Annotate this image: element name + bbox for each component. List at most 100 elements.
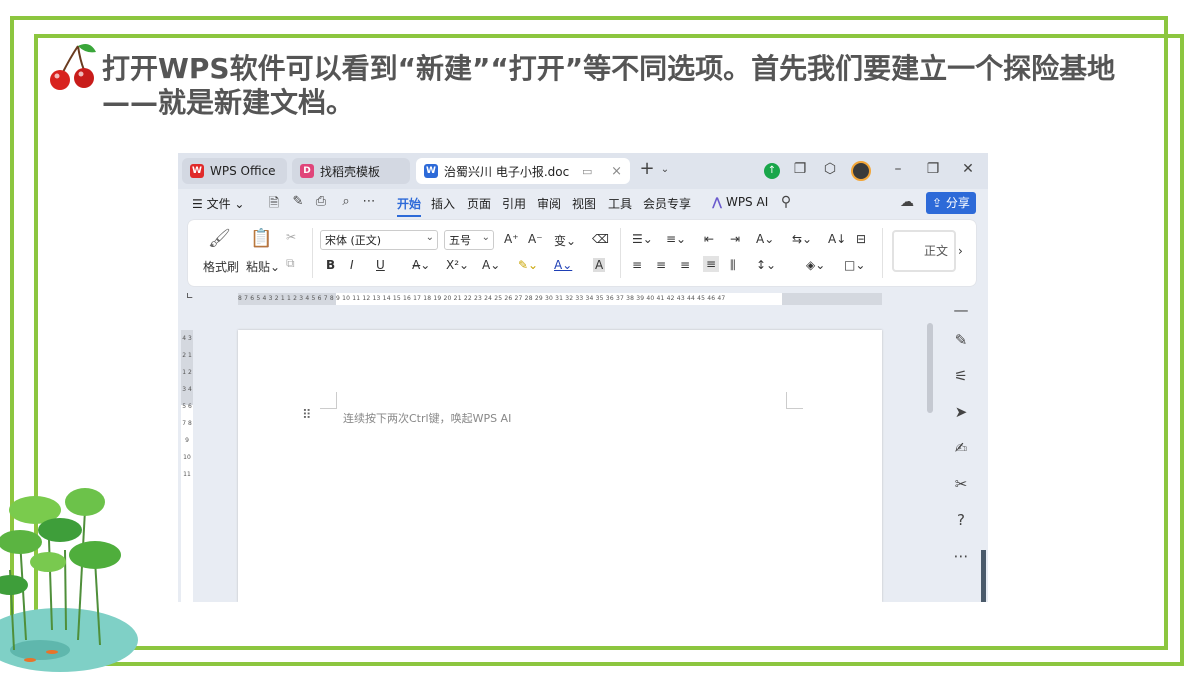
menu-file[interactable]: ☰ 文件 ⌄ bbox=[192, 195, 244, 212]
tab-label: 治蜀兴川 电子小报.doc bbox=[444, 164, 570, 179]
format-painter-label[interactable]: 格式刷 bbox=[203, 258, 239, 275]
copy-icon[interactable]: ⧉ bbox=[286, 256, 295, 271]
tab-document[interactable]: W 治蜀兴川 电子小报.doc ▭ × bbox=[416, 158, 630, 184]
tab-references[interactable]: 引用 bbox=[502, 195, 526, 212]
line-spacing-icon[interactable]: ↕⌄ bbox=[756, 258, 776, 272]
menu-bar: ☰ 文件 ⌄ 🗎 ✎ ⎙ ⌕ ⋯ 开始 插入 页面 引用 审阅 视图 工具 会员… bbox=[178, 189, 988, 217]
align-left-icon[interactable]: ≡ bbox=[632, 258, 642, 272]
wps-ai-button[interactable]: ⋀ WPS AI bbox=[712, 195, 768, 209]
pen-edit-icon[interactable]: ✎ bbox=[949, 328, 973, 352]
font-name-value: 宋体 (正文) bbox=[325, 234, 382, 247]
monitor-icon[interactable]: ▭ bbox=[582, 165, 592, 178]
tab-wps-office[interactable]: W WPS Office bbox=[182, 158, 287, 184]
style-preview[interactable]: 正文 bbox=[892, 230, 956, 272]
divider bbox=[882, 228, 883, 278]
tab-home[interactable]: 开始 bbox=[397, 195, 422, 217]
grow-font-icon[interactable]: A⁺ bbox=[504, 232, 519, 246]
wps-window-screenshot: W WPS Office D 找稻壳模板 W 治蜀兴川 电子小报.doc ▭ ×… bbox=[178, 153, 988, 602]
align-right-icon[interactable]: ≡ bbox=[680, 258, 690, 272]
tab-stop-icon[interactable]: ∟ bbox=[186, 292, 194, 302]
format-painter-icon[interactable]: 🖌 bbox=[208, 228, 231, 249]
paste-icon[interactable]: 📋 bbox=[250, 228, 272, 249]
underline-button[interactable]: U bbox=[376, 258, 385, 272]
cloud-icon[interactable]: ☁ bbox=[897, 194, 917, 210]
pen-icon[interactable]: ✎ bbox=[288, 194, 308, 209]
ai-hint-text: 连续按下两次Ctrl键，唤起WPS AI bbox=[343, 412, 512, 425]
cube-icon[interactable]: ⬡ bbox=[820, 161, 840, 177]
strikethrough-icon[interactable]: A̶⌄ bbox=[412, 258, 430, 272]
avatar[interactable] bbox=[851, 161, 871, 181]
font-color-icon[interactable]: A⌄ bbox=[554, 258, 572, 272]
sort-icon[interactable]: A↓ bbox=[828, 232, 846, 246]
font-name-select[interactable]: 宋体 (正文) ⌄ bbox=[320, 230, 438, 250]
highlight-icon[interactable]: ✎⌄ bbox=[518, 258, 538, 272]
borders-icon[interactable]: □⌄ bbox=[844, 258, 865, 272]
tab-docer-templates[interactable]: D 找稻壳模板 bbox=[292, 158, 410, 184]
lotus-pond-illustration bbox=[0, 488, 138, 672]
distribute-icon[interactable]: ⫼ bbox=[730, 258, 736, 273]
swap-icon[interactable]: ⇆⌄ bbox=[792, 232, 812, 246]
close-window-icon[interactable]: ✕ bbox=[958, 161, 978, 177]
tab-label: 找稻壳模板 bbox=[320, 164, 381, 179]
tab-view[interactable]: 视图 bbox=[572, 195, 596, 212]
window-stack-icon[interactable]: ❐ bbox=[790, 161, 810, 177]
minimize-icon[interactable]: – bbox=[888, 161, 908, 177]
tab-member[interactable]: 会员专享 bbox=[643, 195, 691, 212]
print-preview-icon[interactable]: ⌕ bbox=[336, 194, 356, 209]
tab-insert[interactable]: 插入 bbox=[431, 195, 455, 212]
font-size-select[interactable]: 五号 ⌄ bbox=[444, 230, 494, 250]
tab-tools[interactable]: 工具 bbox=[608, 195, 632, 212]
collapse-icon[interactable]: — bbox=[949, 298, 973, 322]
wps-ai-icon: ⋀ bbox=[712, 195, 723, 209]
char-shading-icon[interactable]: A bbox=[593, 258, 606, 272]
more-icon[interactable]: ⋯ bbox=[359, 194, 379, 209]
scrollbar-thumb[interactable] bbox=[927, 323, 933, 413]
vertical-ruler[interactable]: 4 3 2 1 1 2 3 4 5 6 7 8 9 10 11 bbox=[181, 330, 193, 602]
cursor-select-icon[interactable]: ➤ bbox=[949, 400, 973, 424]
close-tab-icon[interactable]: × bbox=[611, 164, 622, 179]
chevron-right-icon[interactable]: › bbox=[958, 244, 963, 258]
paste-button[interactable]: 粘贴⌄ bbox=[246, 258, 280, 275]
shrink-font-icon[interactable]: A⁻ bbox=[528, 232, 543, 246]
ai-writing-icon[interactable]: ✍ bbox=[949, 436, 973, 460]
chevron-down-icon[interactable]: ⌄ bbox=[655, 164, 675, 175]
adjust-icon[interactable]: ⚟ bbox=[949, 364, 973, 388]
help-icon[interactable]: ? bbox=[949, 508, 973, 532]
document-page[interactable]: ⠿ 连续按下两次Ctrl键，唤起WPS AI bbox=[238, 330, 882, 602]
print-icon[interactable]: ⎙ bbox=[311, 194, 331, 209]
tab-review[interactable]: 审阅 bbox=[537, 195, 561, 212]
chevron-down-icon: ⌄ bbox=[425, 232, 434, 243]
decrease-indent-icon[interactable]: ⇤ bbox=[704, 232, 714, 246]
vertical-scrollbar[interactable] bbox=[925, 308, 935, 602]
increase-indent-icon[interactable]: ⇥ bbox=[730, 232, 740, 246]
eraser-icon[interactable]: ⌫ bbox=[592, 232, 609, 246]
justify-icon[interactable]: ≡ bbox=[703, 256, 720, 272]
phonetic-icon[interactable]: 变⌄ bbox=[554, 232, 576, 249]
save-icon[interactable]: 🗎 bbox=[264, 194, 284, 216]
share-button[interactable]: ⇪ 分享 bbox=[926, 192, 976, 214]
border-icon[interactable]: ⊟ bbox=[856, 232, 866, 246]
tools-icon[interactable]: ✂ bbox=[949, 472, 973, 496]
text-direction-icon[interactable]: A⌄ bbox=[756, 232, 774, 246]
bullet-list-icon[interactable]: ☰⌄ bbox=[632, 232, 653, 246]
horizontal-ruler-row: ∟ 8 7 6 5 4 3 2 1 1 2 3 4 5 6 7 8 9 10 1… bbox=[178, 290, 928, 306]
tab-label: WPS Office bbox=[210, 164, 276, 178]
shading-icon[interactable]: ◈⌄ bbox=[806, 258, 825, 272]
italic-button[interactable]: I bbox=[350, 258, 354, 272]
new-tab-button[interactable]: + bbox=[637, 158, 657, 179]
upload-icon[interactable]: ↑ bbox=[764, 163, 780, 179]
bold-button[interactable]: B bbox=[326, 258, 335, 272]
numbered-list-icon[interactable]: ≡⌄ bbox=[666, 232, 686, 246]
text-effect-icon[interactable]: A⌄ bbox=[482, 258, 500, 272]
tab-page[interactable]: 页面 bbox=[467, 195, 491, 212]
cut-icon[interactable]: ✂ bbox=[286, 230, 296, 244]
word-doc-icon: W bbox=[424, 164, 438, 178]
superscript-icon[interactable]: X²⌄ bbox=[446, 258, 469, 272]
tab-bar: W WPS Office D 找稻壳模板 W 治蜀兴川 电子小报.doc ▭ ×… bbox=[178, 153, 988, 189]
restore-icon[interactable]: ❐ bbox=[923, 161, 943, 177]
more-options-icon[interactable]: ⋯ bbox=[949, 544, 973, 568]
search-icon[interactable]: ⚲ bbox=[776, 194, 796, 210]
drag-handle-icon[interactable]: ⠿ bbox=[302, 408, 312, 423]
align-center-icon[interactable]: ≡ bbox=[656, 258, 666, 272]
horizontal-ruler[interactable]: 8 7 6 5 4 3 2 1 1 2 3 4 5 6 7 8 9 10 11 … bbox=[238, 293, 882, 305]
